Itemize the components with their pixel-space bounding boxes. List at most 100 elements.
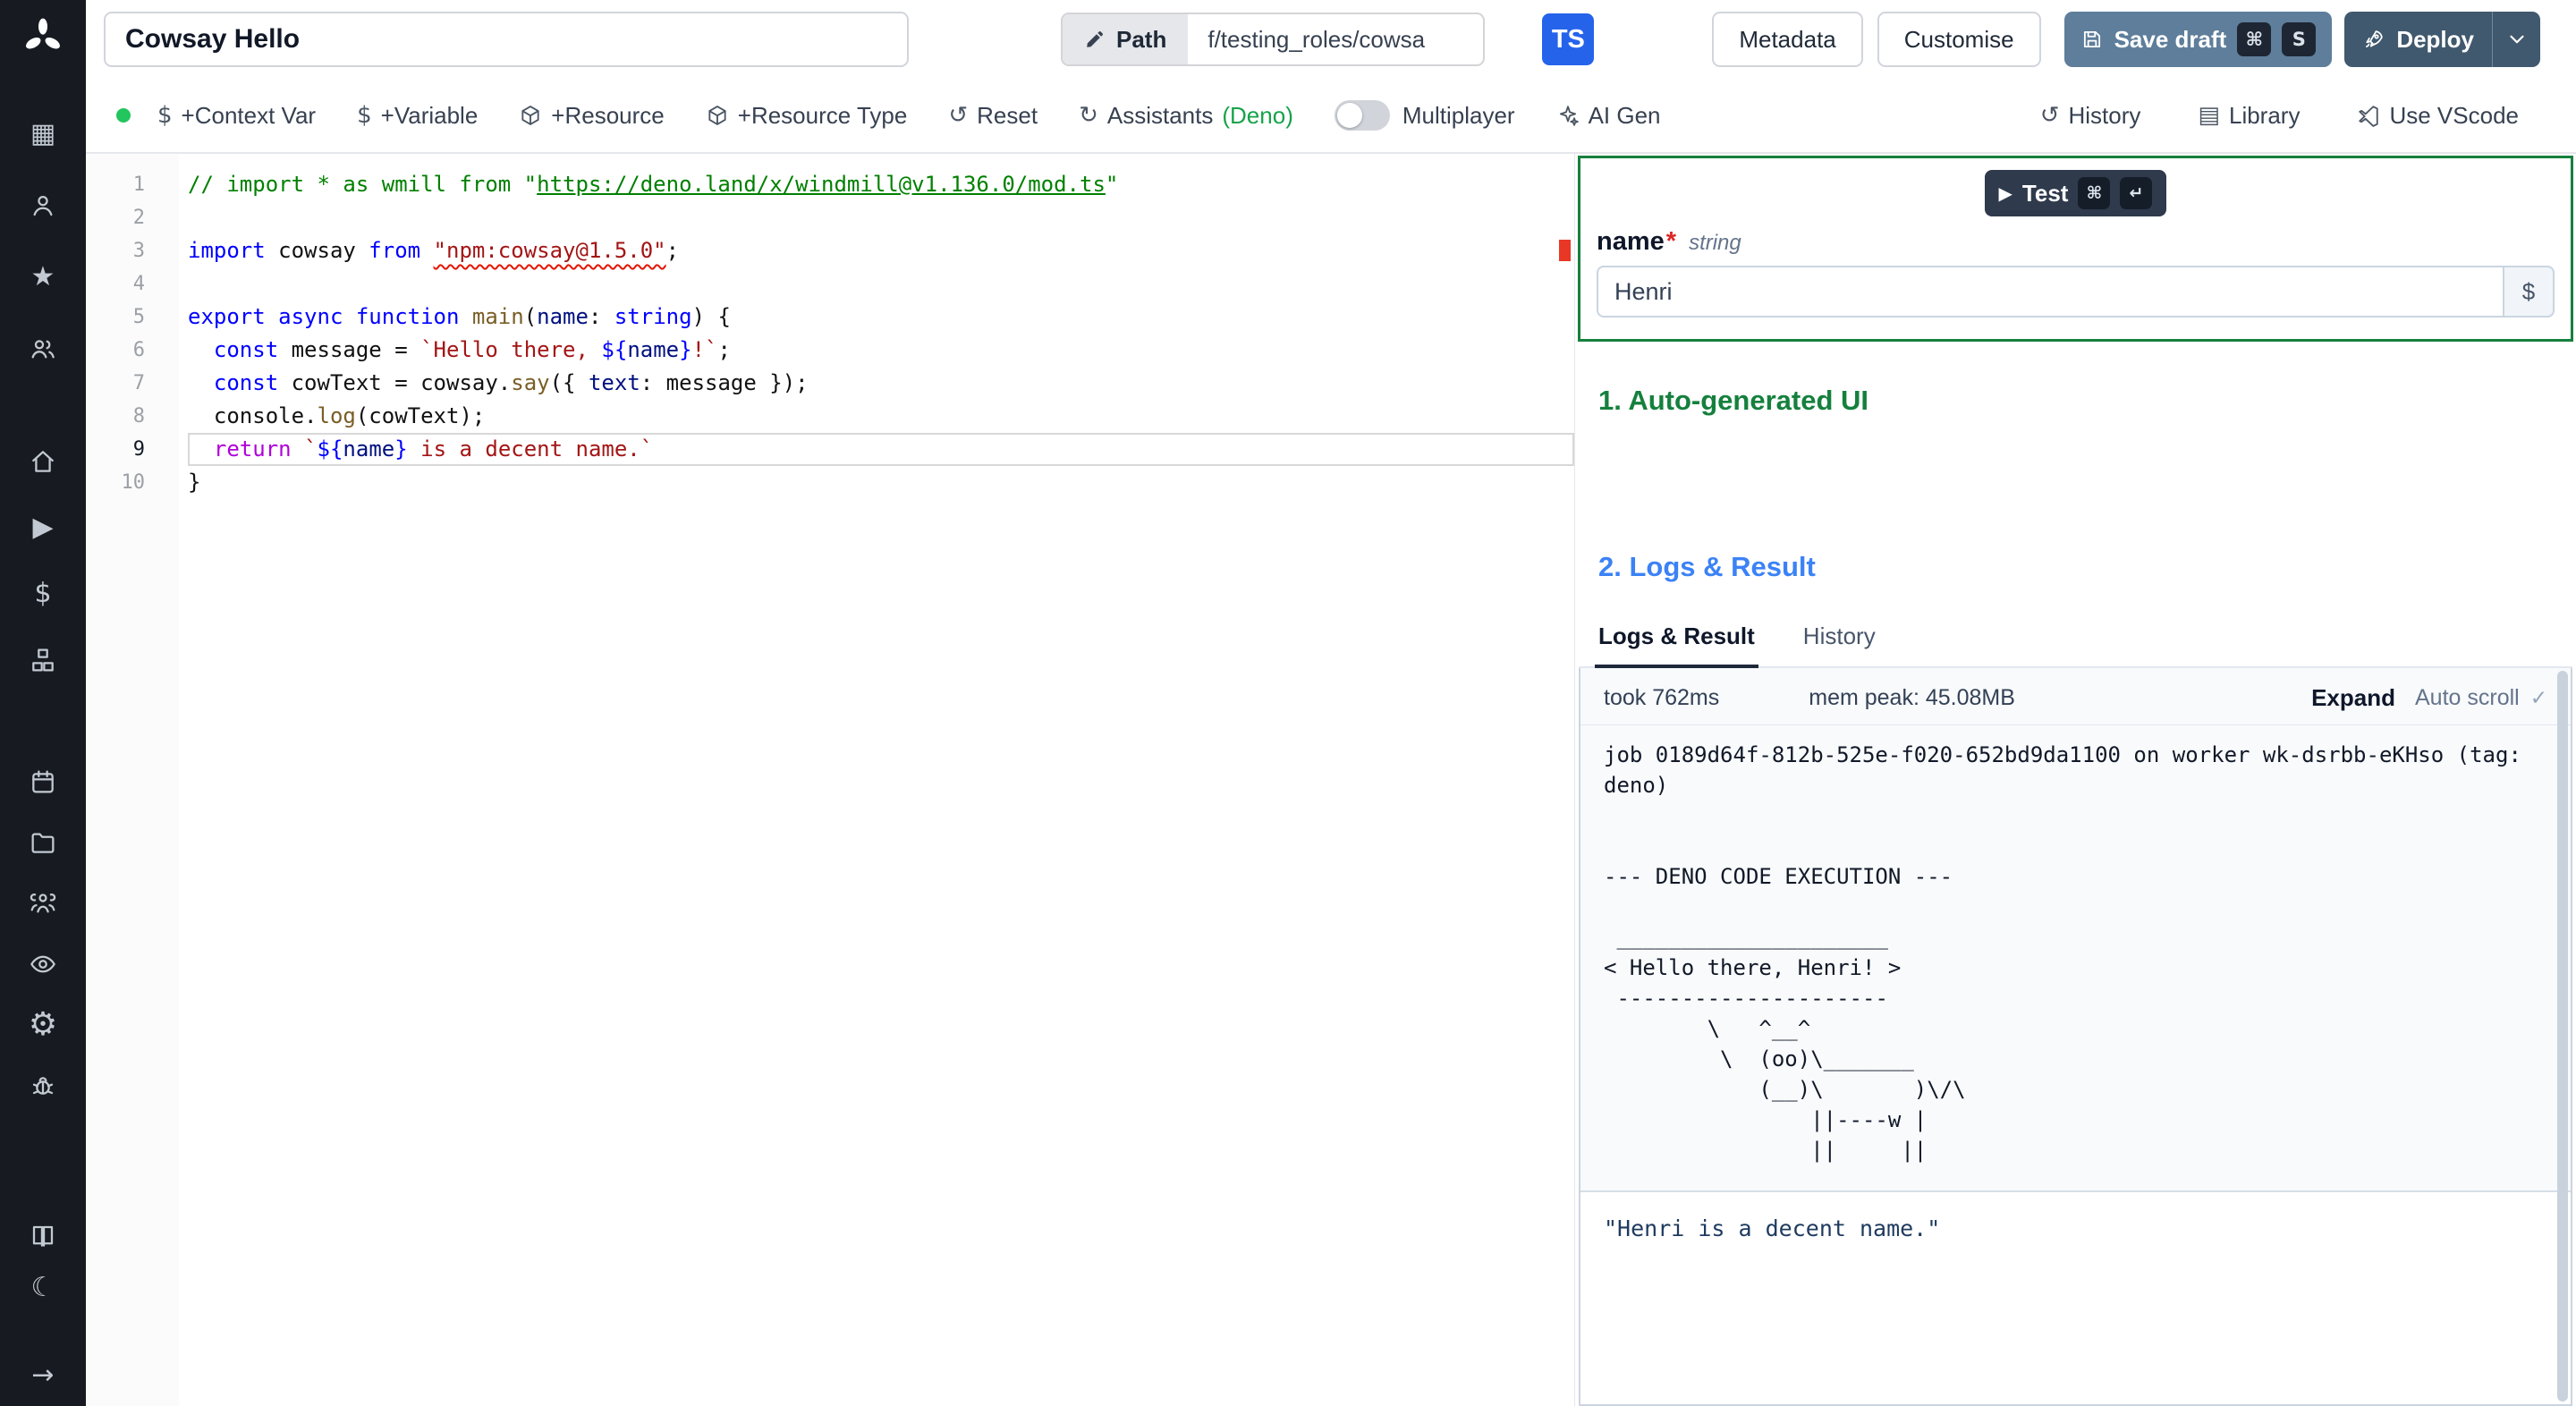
code-lines[interactable]: // import * as wmill from "https://deno.…: [179, 154, 1574, 1406]
rocket-icon: [2366, 30, 2384, 47]
deploy-chevron-button[interactable]: [2492, 12, 2540, 67]
sidebar-item-favorites[interactable]: ★: [0, 254, 86, 301]
metadata-button[interactable]: Metadata: [1712, 12, 1863, 67]
test-args-box: ▶ Test ⌘ ↵ name * string $: [1578, 156, 2573, 342]
log-output: job 0189d64f-812b-525e-f020-652bd9da1100…: [1604, 742, 2521, 1163]
home-icon: [32, 451, 54, 472]
chevron-down-icon: [2509, 35, 2524, 44]
book-icon: [32, 1225, 54, 1247]
add-resource-button[interactable]: +Resource: [519, 102, 665, 130]
sidebar-item-resources[interactable]: [0, 637, 86, 683]
app-window-icon: ▦: [30, 118, 56, 149]
scrollbar-thumb[interactable]: [2557, 671, 2568, 1402]
add-resource-type-button[interactable]: +Resource Type: [706, 102, 907, 130]
package-icon: [521, 106, 539, 125]
save-icon: [2083, 30, 2100, 48]
sidebar-item-home[interactable]: [0, 438, 86, 485]
play-icon: ▶: [1998, 182, 2012, 204]
deploy-label: Deploy: [2396, 25, 2474, 53]
refresh-icon: ↻: [1079, 102, 1098, 129]
moon-icon: ☾: [30, 1272, 55, 1303]
tab-history[interactable]: History: [1800, 614, 1879, 666]
arrow-right-icon: →: [31, 1359, 55, 1391]
tab-logs-result[interactable]: Logs & Result: [1595, 614, 1758, 668]
sidebar-item-runs[interactable]: ▶: [0, 504, 86, 551]
check-icon[interactable]: ✓: [2530, 687, 2547, 710]
add-variable-button[interactable]: $ +Variable: [357, 102, 478, 130]
sidebar-item-audit[interactable]: [0, 941, 86, 987]
multiplayer-toggle[interactable]: [1334, 100, 1390, 131]
add-context-var-button[interactable]: $ +Context Var: [157, 102, 316, 130]
path-label: Path: [1116, 25, 1167, 53]
path-edit-segment[interactable]: Path: [1063, 14, 1189, 64]
toggle-knob: [1336, 103, 1362, 128]
sidebar-item-theme[interactable]: ☾: [0, 1265, 86, 1311]
star-icon: ★: [30, 261, 55, 292]
section-logs-result: 2. Logs & Result: [1598, 551, 1816, 582]
eye-icon: [30, 955, 55, 973]
field-type-label: string: [1689, 231, 1741, 255]
expand-button[interactable]: Expand: [2311, 684, 2395, 712]
enter-key-icon: ↵: [2120, 177, 2153, 209]
save-draft-button[interactable]: Save draft ⌘ S: [2063, 12, 2333, 67]
s-key-icon: S: [2282, 22, 2317, 56]
library-button[interactable]: ▤ Library: [2198, 102, 2300, 130]
assistants-button[interactable]: ↻ Assistants (Deno): [1079, 102, 1293, 130]
code-editor[interactable]: 1 2 3 4 5 6 7 8 9 10 // import * as wmill from "h…: [86, 154, 1574, 1406]
sidebar-item-settings[interactable]: ⚙: [0, 1002, 86, 1048]
section-auto-generated-ui: 1. Auto-generated UI: [1598, 385, 1868, 416]
result-panel: "Henri is a decent name.": [1580, 1192, 2571, 1404]
vscode-icon: [2359, 106, 2379, 127]
sidebar-item-docs[interactable]: [0, 1213, 86, 1259]
sidebar-item-groups[interactable]: [0, 880, 86, 927]
error-marker-icon: [1559, 240, 1571, 261]
gear-icon: ⚙: [28, 1006, 58, 1043]
topbar: Path f/testing_roles/cowsa TS Metadata C…: [86, 0, 2576, 79]
required-mark: *: [1665, 227, 1677, 256]
result-output: "Henri is a decent name.": [1604, 1215, 1941, 1241]
sidebar-item-apps[interactable]: ▦: [0, 111, 86, 157]
history-button[interactable]: ↺ History: [2040, 102, 2141, 130]
cmd-key-icon: ⌘: [2078, 177, 2111, 209]
result-tabs: Logs & Result History: [1579, 614, 2572, 668]
customise-button[interactable]: Customise: [1877, 12, 2041, 67]
sidebar-item-user[interactable]: [0, 182, 86, 229]
script-name-input[interactable]: [104, 12, 909, 67]
sparkle-icon: [1559, 106, 1579, 126]
pencil-icon: [1087, 31, 1103, 47]
reset-button[interactable]: ↺ Reset: [948, 102, 1038, 130]
sidebar-collapse-button[interactable]: →: [0, 1352, 86, 1399]
logs-result-panel: took 762ms mem peak: 45.08MB Expand Auto…: [1579, 668, 2572, 1406]
log-panel: took 762ms mem peak: 45.08MB Expand Auto…: [1580, 668, 2571, 1192]
deploy-button[interactable]: Deploy: [2344, 12, 2492, 67]
duration-label: took 762ms: [1604, 685, 1720, 710]
test-button[interactable]: ▶ Test ⌘ ↵: [1984, 170, 2167, 216]
users-icon: [31, 340, 55, 359]
reset-icon: ↺: [948, 102, 969, 129]
cmd-key-icon: ⌘: [2237, 22, 2272, 56]
typescript-badge: TS: [1542, 13, 1595, 65]
sidebar-item-variables[interactable]: $: [0, 571, 86, 617]
save-draft-label: Save draft: [2114, 25, 2227, 53]
vscode-button[interactable]: Use VScode: [2357, 102, 2519, 130]
sidebar-item-schedules[interactable]: [0, 758, 86, 805]
package-icon: [708, 106, 726, 125]
ai-gen-button[interactable]: AI Gen: [1556, 102, 1661, 130]
dollar-icon: $: [34, 578, 52, 609]
history-icon: ↺: [2039, 102, 2060, 129]
bug-icon: [32, 1077, 54, 1095]
name-field-input[interactable]: [1597, 266, 2555, 318]
play-icon: ▶: [32, 512, 54, 543]
path-value[interactable]: f/testing_roles/cowsa: [1188, 14, 1483, 64]
calendar-icon: [32, 770, 54, 793]
path-button[interactable]: Path f/testing_roles/cowsa: [1061, 13, 1486, 66]
sidebar-item-folders[interactable]: [0, 819, 86, 866]
insert-var-button[interactable]: $: [2503, 266, 2555, 318]
sidebar: ▦ ★ ▶ $ ⚙ ☾ →: [0, 0, 86, 1406]
dollar-icon: $: [357, 102, 372, 129]
sidebar-item-users[interactable]: [0, 326, 86, 372]
sidebar-item-workers[interactable]: [0, 1063, 86, 1109]
folder-icon: [31, 833, 55, 853]
assistants-lang-label: (Deno): [1222, 101, 1293, 129]
test-label: Test: [2021, 179, 2069, 207]
